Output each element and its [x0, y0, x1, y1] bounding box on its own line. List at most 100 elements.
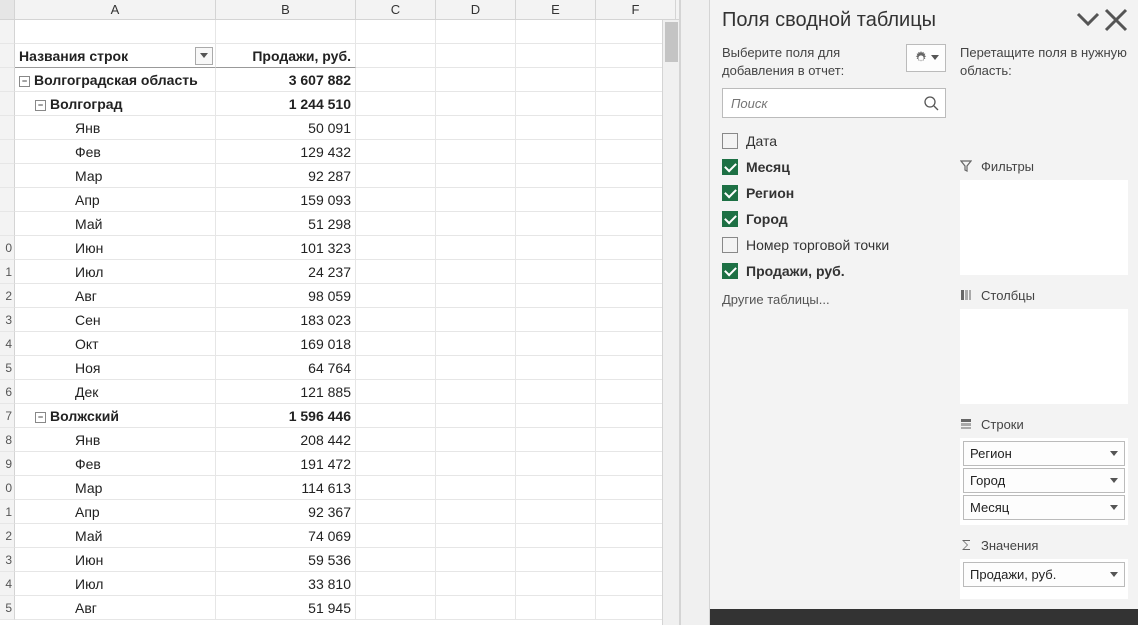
- cell[interactable]: Авг: [15, 284, 216, 308]
- cell[interactable]: [356, 212, 436, 236]
- cell[interactable]: Сен: [15, 308, 216, 332]
- cell[interactable]: Июл: [15, 260, 216, 284]
- cell[interactable]: [356, 20, 436, 44]
- cell[interactable]: [356, 596, 436, 620]
- row-header[interactable]: [0, 140, 15, 164]
- cell[interactable]: [436, 428, 516, 452]
- cell[interactable]: Ноя: [15, 356, 216, 380]
- cell[interactable]: [516, 380, 596, 404]
- cell[interactable]: [436, 236, 516, 260]
- cell[interactable]: [436, 116, 516, 140]
- row-header[interactable]: [0, 116, 15, 140]
- row-header[interactable]: [0, 92, 15, 116]
- cell[interactable]: [516, 20, 596, 44]
- cell[interactable]: [356, 524, 436, 548]
- cell[interactable]: 183 023: [216, 308, 356, 332]
- cell[interactable]: [516, 356, 596, 380]
- field-item[interactable]: Продажи, руб.: [722, 258, 946, 284]
- other-tables-link[interactable]: Другие таблицы...: [722, 292, 946, 307]
- columns-dropzone[interactable]: [960, 309, 1128, 404]
- tools-dropdown-button[interactable]: [906, 44, 946, 72]
- cell[interactable]: Окт: [15, 332, 216, 356]
- collapse-toggle[interactable]: −: [35, 412, 46, 423]
- cell[interactable]: 51 298: [216, 212, 356, 236]
- col-header-E[interactable]: E: [516, 0, 596, 19]
- cell[interactable]: [516, 308, 596, 332]
- cell[interactable]: 114 613: [216, 476, 356, 500]
- row-header[interactable]: 3: [0, 308, 15, 332]
- cell[interactable]: Янв: [15, 428, 216, 452]
- cell[interactable]: [436, 332, 516, 356]
- zone-item[interactable]: Город: [963, 468, 1125, 493]
- cell[interactable]: Мар: [15, 164, 216, 188]
- row-header[interactable]: 2: [0, 284, 15, 308]
- cell[interactable]: 50 091: [216, 116, 356, 140]
- cell[interactable]: [436, 356, 516, 380]
- cell[interactable]: [356, 500, 436, 524]
- checkbox[interactable]: [722, 159, 738, 175]
- checkbox[interactable]: [722, 185, 738, 201]
- cell[interactable]: [436, 380, 516, 404]
- row-header[interactable]: 6: [0, 380, 15, 404]
- cell[interactable]: [436, 164, 516, 188]
- cell[interactable]: [356, 68, 436, 92]
- cell[interactable]: 208 442: [216, 428, 356, 452]
- cell[interactable]: Продажи, руб.: [216, 44, 356, 68]
- cell[interactable]: −Волгоградская область: [15, 68, 216, 92]
- cell[interactable]: Янв: [15, 116, 216, 140]
- cell[interactable]: Июл: [15, 572, 216, 596]
- cell[interactable]: [356, 356, 436, 380]
- zone-item[interactable]: Продажи, руб.: [963, 562, 1125, 587]
- cell[interactable]: [436, 404, 516, 428]
- cell[interactable]: [436, 500, 516, 524]
- filters-dropzone[interactable]: [960, 180, 1128, 275]
- field-item[interactable]: Номер торговой точки: [722, 232, 946, 258]
- cell[interactable]: Май: [15, 212, 216, 236]
- cell[interactable]: [356, 476, 436, 500]
- cell[interactable]: [356, 140, 436, 164]
- cell[interactable]: [436, 68, 516, 92]
- cell[interactable]: [356, 548, 436, 572]
- select-all-corner[interactable]: [0, 0, 15, 19]
- checkbox[interactable]: [722, 237, 738, 253]
- cell[interactable]: [436, 524, 516, 548]
- cell[interactable]: [436, 284, 516, 308]
- cell[interactable]: [216, 20, 356, 44]
- search-box[interactable]: [722, 88, 946, 118]
- row-header[interactable]: [0, 68, 15, 92]
- cell[interactable]: Июн: [15, 548, 216, 572]
- cell[interactable]: Май: [15, 524, 216, 548]
- cell[interactable]: [516, 212, 596, 236]
- cell[interactable]: −Волжский: [15, 404, 216, 428]
- row-header[interactable]: [0, 188, 15, 212]
- row-header[interactable]: 4: [0, 572, 15, 596]
- cell[interactable]: [436, 308, 516, 332]
- cell[interactable]: [356, 260, 436, 284]
- cell[interactable]: [516, 164, 596, 188]
- cell[interactable]: [356, 284, 436, 308]
- cell[interactable]: [15, 20, 216, 44]
- cell[interactable]: 51 945: [216, 596, 356, 620]
- row-header[interactable]: 7: [0, 404, 15, 428]
- cell[interactable]: [356, 236, 436, 260]
- cell[interactable]: 1 596 446: [216, 404, 356, 428]
- row-header[interactable]: [0, 44, 15, 68]
- cell[interactable]: [356, 572, 436, 596]
- cell[interactable]: [516, 116, 596, 140]
- cell[interactable]: [436, 20, 516, 44]
- zone-item[interactable]: Месяц: [963, 495, 1125, 520]
- field-item[interactable]: Дата: [722, 128, 946, 154]
- cell[interactable]: [516, 332, 596, 356]
- cell[interactable]: [356, 188, 436, 212]
- row-header[interactable]: 5: [0, 596, 15, 620]
- row-header[interactable]: 0: [0, 236, 15, 260]
- row-header[interactable]: 9: [0, 452, 15, 476]
- row-header[interactable]: 5: [0, 356, 15, 380]
- cell[interactable]: [436, 260, 516, 284]
- cell[interactable]: 191 472: [216, 452, 356, 476]
- row-header[interactable]: 4: [0, 332, 15, 356]
- close-panel-button[interactable]: [1104, 8, 1128, 32]
- cell[interactable]: [516, 500, 596, 524]
- cell[interactable]: [436, 92, 516, 116]
- cell[interactable]: [516, 428, 596, 452]
